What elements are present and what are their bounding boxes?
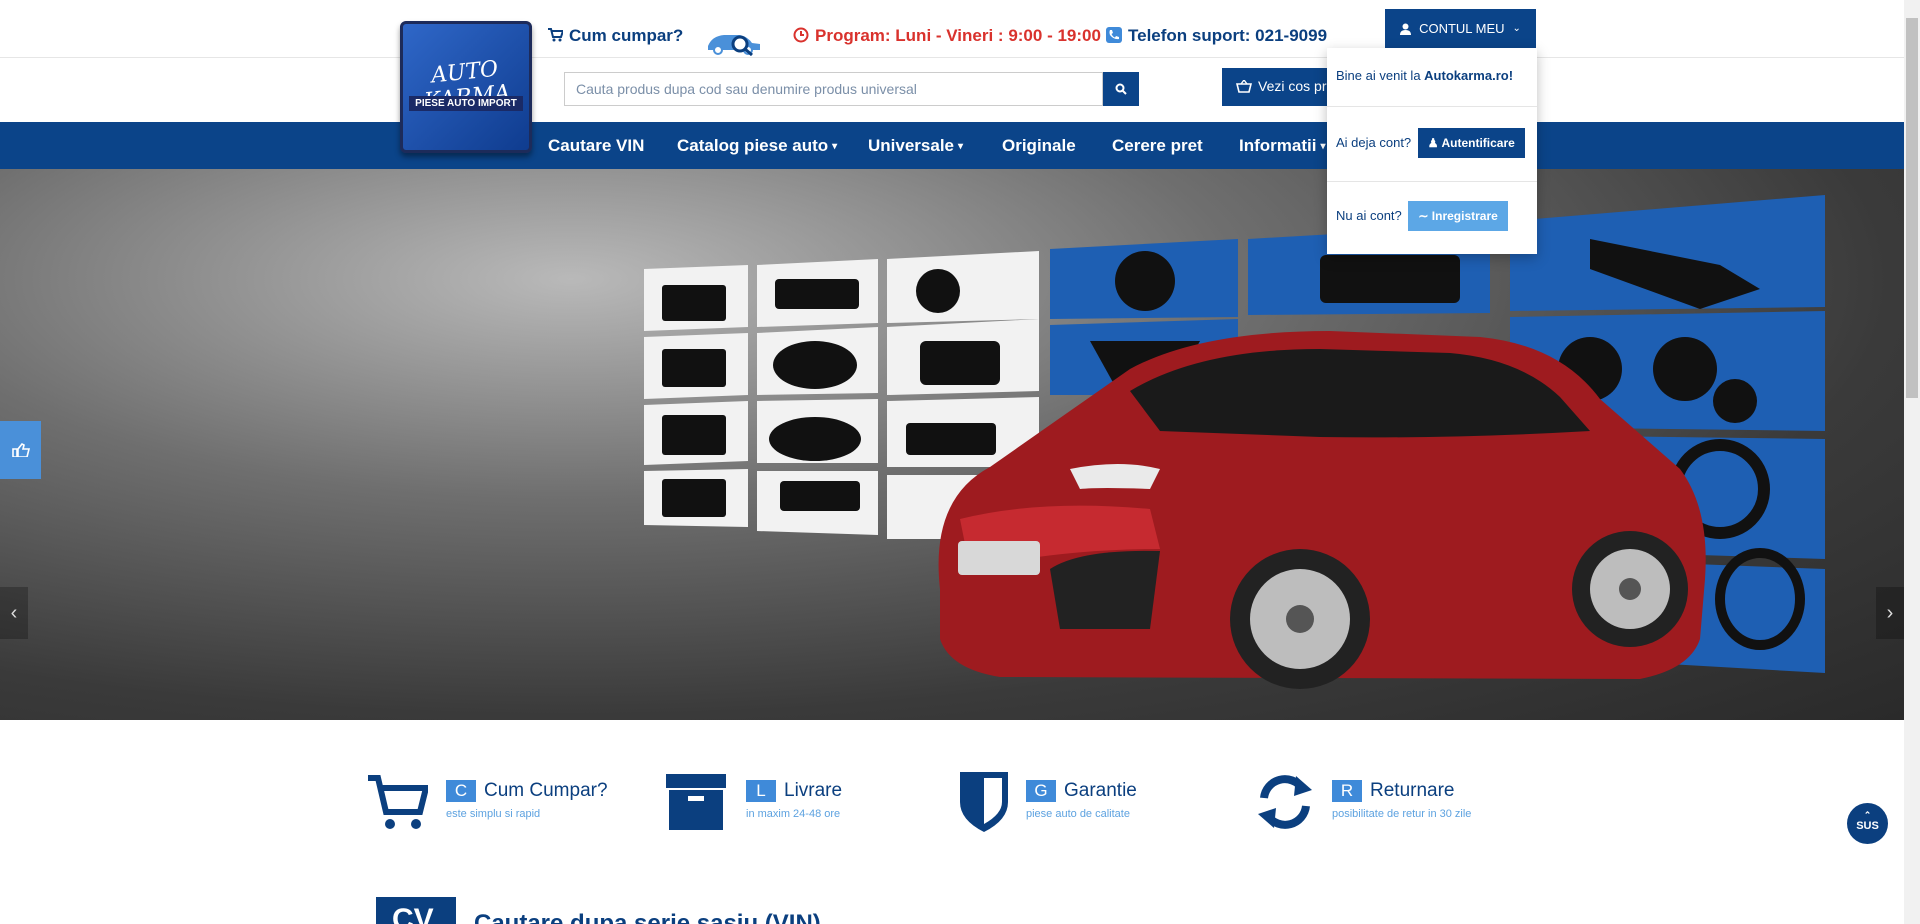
nav-item-cerere-pret[interactable]: Cerere pret	[1112, 136, 1203, 156]
scroll-top-label: SUS	[1856, 820, 1879, 832]
divider	[1327, 106, 1537, 107]
vin-section-title: Cautare dupa serie sasiu (VIN)	[474, 910, 821, 924]
program-label: Program: Luni - Vineri : 9:00 - 19:00	[815, 26, 1101, 45]
feature-letter: R	[1332, 780, 1362, 802]
nav-item-originale[interactable]: Originale	[1002, 136, 1076, 156]
nav-item-catalog[interactable]: Catalog piese auto ▾	[677, 136, 837, 156]
search-icon	[1115, 83, 1127, 95]
scrollbar-thumb[interactable]	[1906, 18, 1918, 398]
clock-icon	[793, 27, 809, 43]
program-info: Program: Luni - Vineri : 9:00 - 19:00	[793, 26, 1101, 46]
welcome-prefix: Bine ai venit la	[1336, 68, 1425, 83]
register-label: Inregistrare	[1431, 209, 1498, 223]
view-cart-label: Vezi cos pr	[1258, 78, 1327, 94]
feature-title: Cum Cumpar?	[484, 780, 608, 801]
site-logo[interactable]: AUTO KARMA PIESE AUTO IMPORT	[400, 21, 532, 153]
page: Cum cumpar? Program: Luni - Vineri : 9:0…	[0, 0, 1920, 924]
have-account-label: Ai deja cont?	[1336, 135, 1412, 150]
feature-title: Garantie	[1064, 780, 1137, 801]
scroll-top-button[interactable]: ⌃ SUS	[1847, 803, 1888, 844]
register-button[interactable]: ∼ Inregistrare	[1408, 201, 1508, 231]
thumbs-up-icon	[11, 443, 30, 457]
welcome-brand: Autokarma.ro!	[1424, 68, 1514, 83]
caret-down-icon: ▾	[1320, 141, 1326, 152]
phone-label: Telefon suport: 021-9099	[1128, 26, 1328, 45]
cart-icon	[368, 775, 428, 829]
slider-prev-button[interactable]: ‹	[0, 587, 28, 639]
phone-info: Telefon suport: 021-9099	[1106, 26, 1327, 46]
feature-subtitle: posibilitate de retur in 30 zile	[1332, 808, 1472, 820]
how-to-buy-label: Cum cumpar?	[569, 26, 684, 45]
welcome-text: Bine ai venit la Autokarma.ro!	[1327, 68, 1537, 83]
chevron-right-icon: ›	[1886, 601, 1894, 624]
account-button[interactable]: CONTUL MEU ⌄	[1385, 9, 1536, 48]
logo-subtitle: PIESE AUTO IMPORT	[409, 96, 523, 111]
account-dropdown: Bine ai venit la Autokarma.ro! Ai deja c…	[1327, 48, 1537, 254]
caret-down-icon: ▾	[832, 141, 838, 152]
shield-icon	[960, 772, 1008, 832]
feature-letter: L	[746, 780, 776, 802]
feature-cum-cumpar[interactable]: C Cum Cumpar? este simplu si rapid	[366, 772, 616, 832]
nav-label: Originale	[1002, 136, 1076, 155]
user-icon	[1400, 23, 1412, 35]
chevron-left-icon: ‹	[10, 601, 18, 624]
feature-garantie[interactable]: G Garantie piese auto de calitate	[960, 772, 1210, 832]
search-input[interactable]	[564, 72, 1103, 106]
view-cart-button[interactable]: Vezi cos pr	[1222, 68, 1342, 106]
feature-returnare[interactable]: R Returnare posibilitate de retur in 30 …	[1256, 772, 1506, 832]
how-to-buy-link[interactable]: Cum cumpar?	[547, 26, 683, 46]
feature-letter: C	[446, 780, 476, 802]
login-button[interactable]: ♟ Autentificare	[1417, 128, 1525, 158]
account-label: CONTUL MEU	[1419, 21, 1505, 36]
basket-icon	[1235, 78, 1253, 93]
feedback-tab[interactable]	[0, 421, 41, 479]
top-bar: Cum cumpar? Program: Luni - Vineri : 9:0…	[0, 0, 1904, 58]
nav-item-informatii[interactable]: Informatii ▾	[1239, 136, 1325, 156]
divider	[1327, 181, 1537, 182]
phone-icon	[1106, 27, 1122, 43]
feature-title: Returnare	[1370, 780, 1455, 801]
login-label: Autentificare	[1441, 136, 1515, 150]
feature-livrare[interactable]: L Livrare in maxim 24-48 ore	[666, 772, 916, 832]
slider-next-button[interactable]: ›	[1876, 587, 1904, 639]
nav-item-universale[interactable]: Universale ▾	[868, 136, 963, 156]
box-icon	[666, 774, 726, 830]
no-account-label: Nu ai cont?	[1336, 208, 1402, 223]
feature-letter: G	[1026, 780, 1056, 802]
rss-icon: ∼	[1418, 209, 1432, 223]
register-row: Nu ai cont? ∼ Inregistrare	[1327, 201, 1537, 231]
chevron-down-icon: ⌄	[1512, 23, 1521, 34]
nav-item-cautare-vin[interactable]: Cautare VIN	[548, 136, 644, 156]
nav-label: Informatii	[1239, 136, 1317, 155]
login-row: Ai deja cont? ♟ Autentificare	[1327, 128, 1537, 158]
feature-title: Livrare	[784, 780, 843, 801]
hero-illustration	[644, 195, 1825, 689]
cart-icon	[548, 28, 563, 42]
car-search-icon[interactable]	[706, 28, 764, 56]
feature-subtitle: in maxim 24-48 ore	[746, 808, 841, 820]
nav-label: Cautare VIN	[548, 136, 645, 155]
caret-down-icon: ▾	[958, 141, 964, 152]
main-nav: Cautare VIN Catalog piese auto ▾ Universa…	[0, 122, 1904, 169]
chevron-up-icon: ⌃	[1863, 810, 1872, 820]
search-button[interactable]	[1103, 72, 1139, 106]
nav-label: Universale	[868, 136, 954, 155]
nav-label: Cerere pret	[1112, 136, 1203, 155]
hero-banner[interactable]: ‹ ›	[0, 169, 1904, 720]
nav-label: Catalog piese auto	[677, 136, 829, 155]
feature-subtitle: este simplu si rapid	[446, 808, 541, 820]
refresh-icon	[1258, 775, 1312, 829]
feature-subtitle: piese auto de calitate	[1026, 808, 1130, 820]
vin-section-badge: CV	[376, 897, 456, 924]
user-icon: ♟	[1427, 136, 1442, 150]
